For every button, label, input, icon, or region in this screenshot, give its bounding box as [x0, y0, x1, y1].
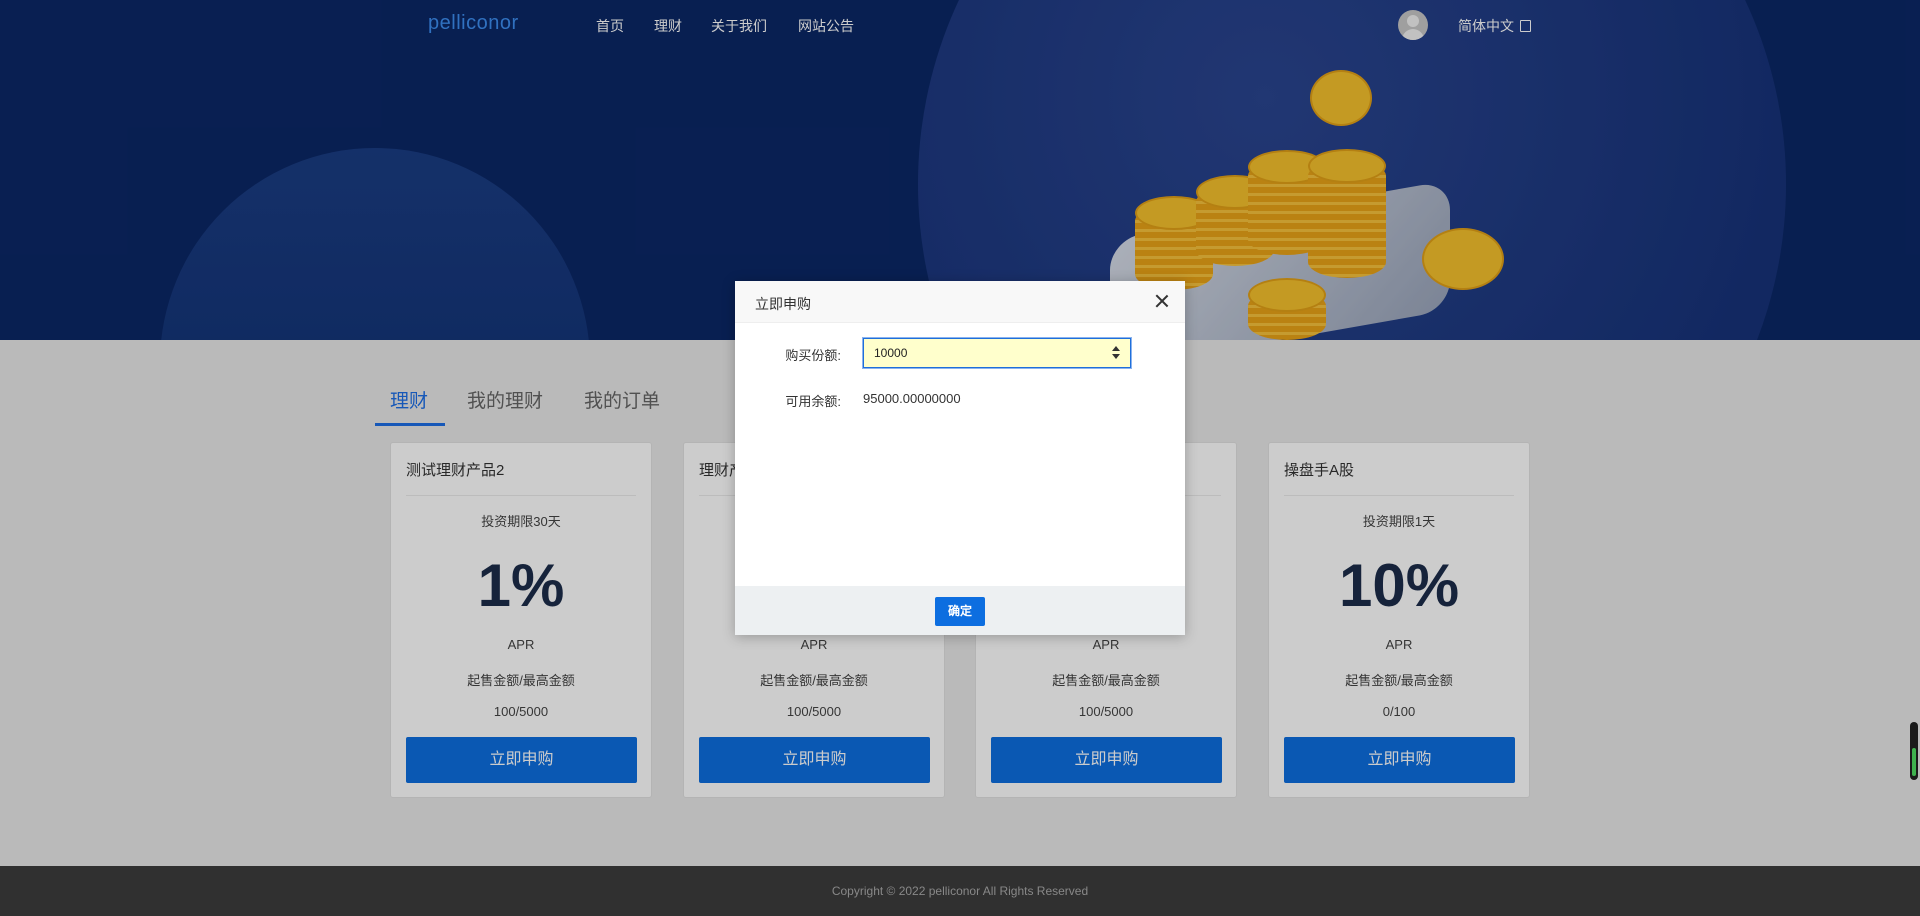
quantity-label: 购买份额:: [785, 348, 841, 363]
number-spinner-icon[interactable]: [1110, 344, 1122, 362]
quantity-input[interactable]: [862, 337, 1132, 369]
balance-label: 可用余额:: [785, 394, 841, 409]
confirm-button[interactable]: 确定: [935, 597, 985, 626]
scroll-indicator[interactable]: [1910, 722, 1918, 780]
subscribe-dialog: 立即申购 购买份额: 可用余额: 95000.00000000 确定: [735, 281, 1185, 635]
dialog-title: 立即申购: [755, 296, 811, 312]
dialog-footer: 确定: [735, 586, 1185, 635]
dialog-header: 立即申购: [735, 281, 1185, 323]
balance-value: 95000.00000000: [863, 391, 961, 406]
close-icon[interactable]: [1153, 292, 1171, 310]
